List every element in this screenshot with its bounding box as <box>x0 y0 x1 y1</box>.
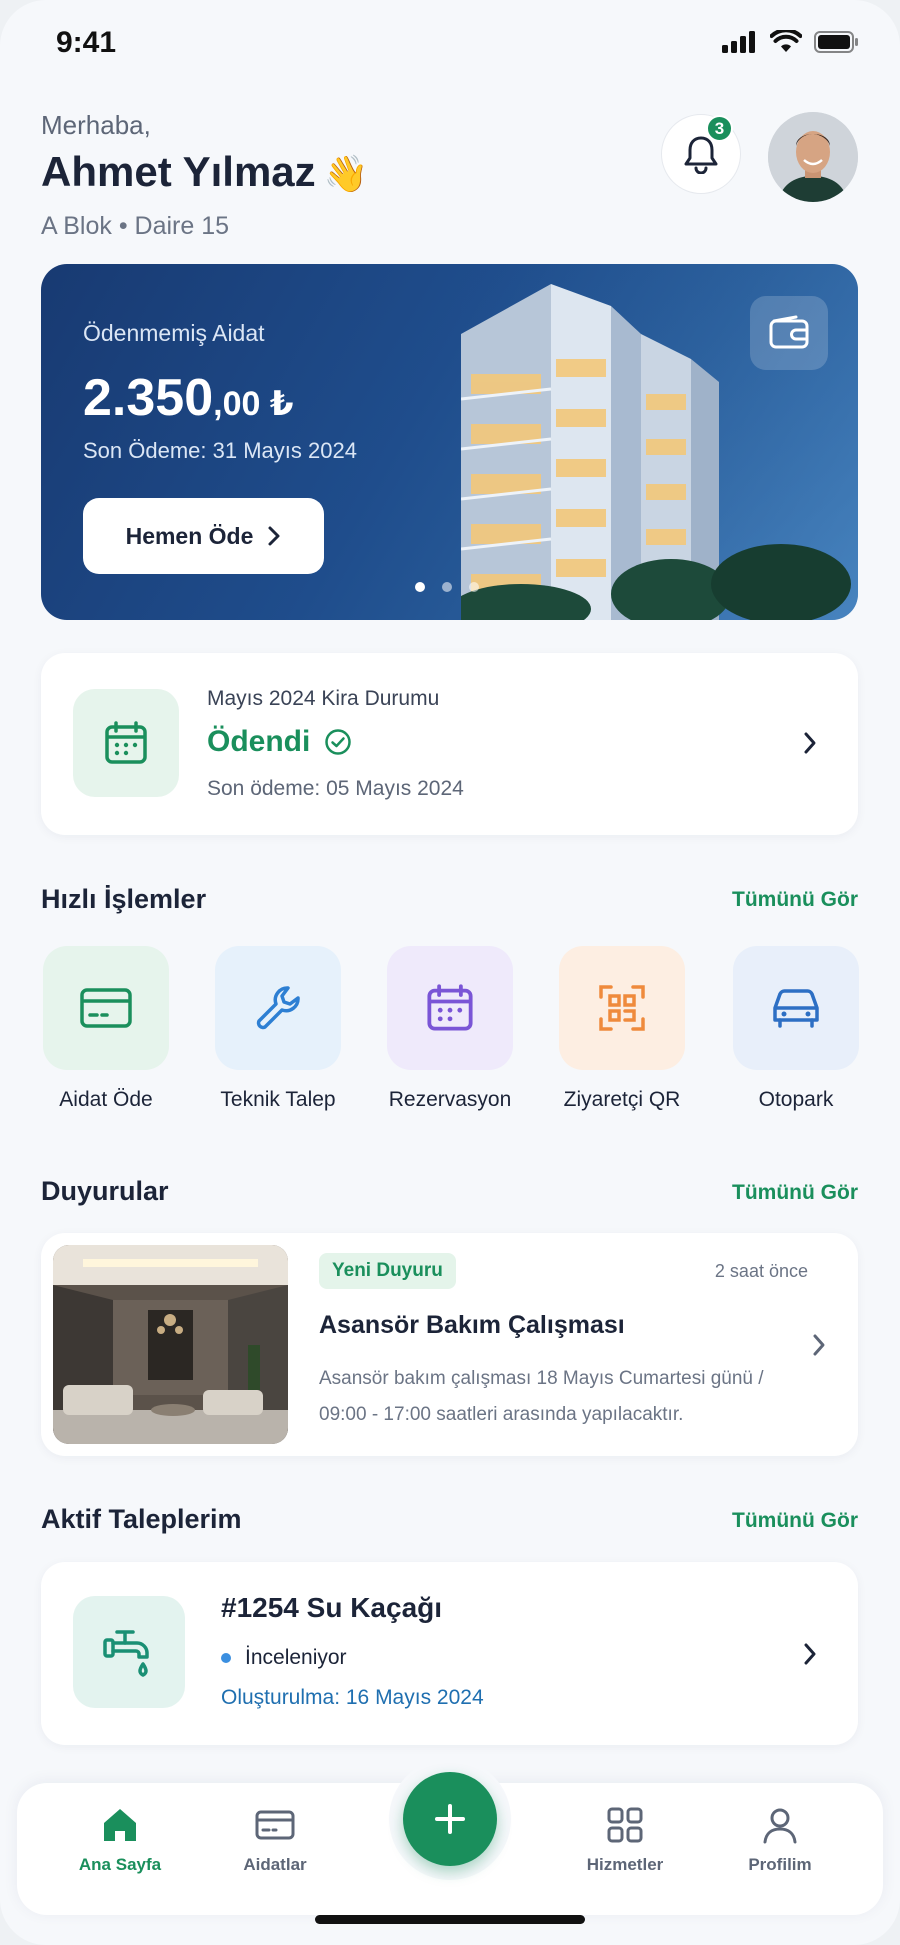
announcement-card[interactable]: Yeni Duyuru 2 saat önce Asansör Bakım Ça… <box>41 1233 858 1456</box>
active-requests-see-all-link[interactable]: Tümünü Gör <box>732 1509 858 1533</box>
chevron-right-icon[interactable] <box>803 731 817 755</box>
greeting-text: Merhaba, <box>41 110 151 140</box>
rent-period-title: Mayıs 2024 Kira Durumu <box>207 687 440 710</box>
active-requests-title: Aktif Taleplerim <box>41 1504 242 1534</box>
status-bar: 9:41 <box>0 0 900 90</box>
carousel-indicator[interactable] <box>415 582 479 592</box>
calendar-icon <box>427 984 473 1031</box>
amount-main: 2.350 <box>83 369 214 427</box>
quick-action-label: Otopark <box>758 1088 834 1111</box>
wrench-icon <box>256 986 300 1030</box>
home-indicator[interactable] <box>315 1915 585 1924</box>
request-card[interactable]: #1254 Su Kaçağı İnceleniyor Oluşturulma:… <box>41 1562 858 1745</box>
quick-action-tile <box>387 946 513 1070</box>
plus-icon <box>435 1804 465 1834</box>
announcement-title: Asansör Bakım Çalışması <box>319 1311 625 1339</box>
nav-profile[interactable]: Profilim <box>710 1805 850 1875</box>
cellular-signal-icon <box>722 31 755 53</box>
nav-services[interactable]: Hizmetler <box>555 1805 695 1875</box>
announcements-see-all-link[interactable]: Tümünü Gör <box>732 1181 858 1205</box>
unpaid-dues-card[interactable]: Ödenmemiş Aidat 2.350,00 ₺ Son Ödeme: 31… <box>41 264 858 620</box>
wifi-icon <box>770 30 802 52</box>
faucet-icon <box>103 1630 149 1677</box>
quick-actions-see-all-link[interactable]: Tümünü Gör <box>732 888 858 912</box>
card-icon <box>80 988 132 1028</box>
check-circle-icon <box>325 729 352 755</box>
amount-decimal: ,00 ₺ <box>213 385 294 423</box>
grid-icon <box>607 1807 643 1843</box>
quick-action-tile <box>559 946 685 1070</box>
app-screen: 9:41 Merhaba, Ahmet Yılmaz 👋 A Blok • Da… <box>0 0 900 1945</box>
qr-scan-icon <box>599 985 645 1031</box>
announcement-description: Asansör bakım çalışması 18 Mayıs Cumarte… <box>319 1368 764 1425</box>
rent-last-payment: Son ödeme: 05 Mayıs 2024 <box>207 777 464 800</box>
request-icon-tile <box>73 1596 185 1708</box>
rent-status: Ödendi <box>207 725 352 759</box>
wallet-icon <box>769 315 809 349</box>
nav-services-label: Hizmetler <box>586 1855 664 1874</box>
quick-action-reservation[interactable]: Rezervasyon <box>385 946 515 1112</box>
quick-action-label: Ziyaretçi QR <box>563 1088 681 1111</box>
wallet-button[interactable] <box>750 296 828 370</box>
nav-home-label: Ana Sayfa <box>78 1855 162 1874</box>
chevron-right-icon <box>268 526 280 546</box>
quick-action-label: Teknik Talep <box>220 1088 336 1111</box>
quick-actions-title: Hızlı İşlemler <box>41 884 207 914</box>
battery-icon <box>814 31 858 53</box>
quick-action-pay-dues[interactable]: Aidat Öde <box>41 946 171 1112</box>
rent-status-card[interactable]: Mayıs 2024 Kira Durumu Ödendi Son ödeme:… <box>41 653 858 835</box>
add-button[interactable] <box>403 1772 497 1866</box>
request-title: #1254 Su Kaçağı <box>221 1592 443 1623</box>
unpaid-dues-label: Ödenmemiş Aidat <box>83 320 265 346</box>
due-date-text: Son Ödeme: 31 Mayıs 2024 <box>83 438 357 463</box>
notification-count-badge: 3 <box>706 115 733 142</box>
quick-action-label: Rezervasyon <box>388 1088 512 1111</box>
quick-action-parking[interactable]: Otopark <box>731 946 861 1112</box>
chevron-right-icon[interactable] <box>812 1333 826 1357</box>
request-status: İnceleniyor <box>221 1646 347 1670</box>
status-dot <box>221 1653 231 1663</box>
nav-profile-label: Profilim <box>748 1855 812 1874</box>
announcement-time: 2 saat önce <box>714 1261 808 1281</box>
status-icons <box>722 30 860 54</box>
quick-action-tile <box>733 946 859 1070</box>
pay-now-label: Hemen Öde <box>125 522 254 549</box>
unit-info: A Blok • Daire 15 <box>41 212 230 240</box>
pay-now-button[interactable]: Hemen Öde <box>83 498 324 574</box>
quick-action-tile <box>43 946 169 1070</box>
user-name: Ahmet Yılmaz 👋 <box>41 148 368 196</box>
announcements-title: Duyurular <box>41 1176 169 1206</box>
request-created-date: Oluşturulma: 16 Mayıs 2024 <box>221 1686 484 1709</box>
carousel-dot-active[interactable] <box>415 582 425 592</box>
nav-dues[interactable]: Aidatlar <box>205 1805 345 1875</box>
nav-home[interactable]: Ana Sayfa <box>50 1805 190 1875</box>
carousel-dot[interactable] <box>469 582 479 592</box>
rent-icon-tile <box>73 689 179 797</box>
unpaid-dues-amount: 2.350,00 ₺ <box>83 368 294 428</box>
card-icon <box>255 1810 295 1840</box>
lobby-photo <box>53 1245 288 1444</box>
profile-photo <box>768 112 858 202</box>
user-name-text: Ahmet Yılmaz <box>41 148 316 195</box>
quick-action-technical-request[interactable]: Teknik Talep <box>213 946 343 1112</box>
quick-action-label: Aidat Öde <box>59 1088 153 1111</box>
avatar[interactable] <box>768 112 858 202</box>
calendar-icon <box>105 721 147 764</box>
nav-dues-label: Aidatlar <box>243 1855 307 1874</box>
rent-status-text: Ödendi <box>207 725 311 758</box>
new-announcement-badge: Yeni Duyuru <box>319 1253 456 1289</box>
quick-action-tile <box>215 946 341 1070</box>
waving-hand-emoji: 👋 <box>323 153 369 194</box>
quick-action-visitor-qr[interactable]: Ziyaretçi QR <box>557 946 687 1112</box>
car-icon <box>773 989 819 1028</box>
quick-actions: Aidat Öde Teknik Talep Rezervasyon Ziyar… <box>41 946 861 1126</box>
carousel-dot[interactable] <box>442 582 452 592</box>
request-status-text: İnceleniyor <box>245 1646 347 1669</box>
user-icon <box>763 1808 797 1844</box>
chevron-right-icon[interactable] <box>803 1642 817 1666</box>
status-time: 9:41 <box>56 26 117 59</box>
home-icon <box>104 1809 136 1841</box>
